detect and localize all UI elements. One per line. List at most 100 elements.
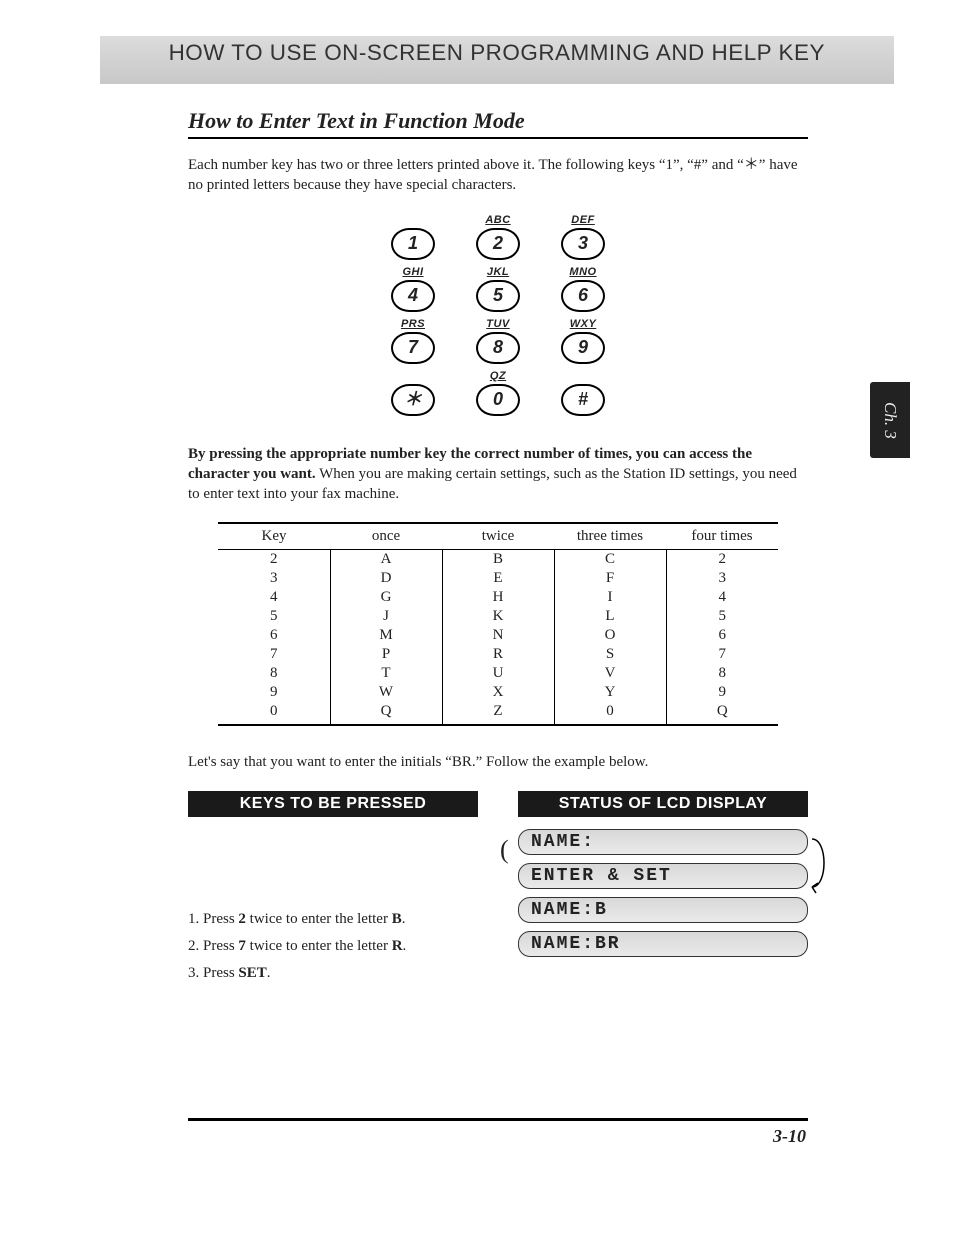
keypad-cell: WXY9: [553, 318, 613, 364]
lcd-line-1: NAME:: [518, 829, 808, 855]
t: .: [267, 965, 271, 981]
table-cell: 4: [218, 588, 330, 607]
table-cell: H: [442, 588, 554, 607]
table-cell: D: [330, 569, 442, 588]
table-cell: S: [554, 645, 666, 664]
table-cell: G: [330, 588, 442, 607]
keypad-cell: GHI4: [383, 266, 443, 312]
table-cell: Y: [554, 683, 666, 702]
bracket-icon: (: [500, 835, 509, 865]
t: SET: [238, 965, 266, 981]
example-headers: KEYS TO BE PRESSED 1. Press 2 twice to e…: [188, 791, 808, 992]
table-row: 2ABC2: [218, 550, 778, 570]
table-cell: 3: [218, 569, 330, 588]
table-cell: P: [330, 645, 442, 664]
footer-rule: [188, 1118, 808, 1121]
keypad-row: 1 ABC2 DEF3: [383, 214, 613, 260]
table-cell: I: [554, 588, 666, 607]
table-cell: U: [442, 664, 554, 683]
keypad-cell: 1: [383, 214, 443, 260]
key-letters: ABC: [468, 214, 528, 227]
table-row: 7PRS7: [218, 645, 778, 664]
lcd-toggle-group: ( NAME: ENTER & SET: [518, 829, 808, 889]
keypad-cell: JKL5: [468, 266, 528, 312]
table-cell: R: [442, 645, 554, 664]
table-cell: E: [442, 569, 554, 588]
keypad-cell: TUV8: [468, 318, 528, 364]
col-header: Key: [218, 523, 330, 550]
table-row: 4GHI4: [218, 588, 778, 607]
keypad-cell: ＊: [383, 370, 443, 416]
mid-paragraph: By pressing the appropriate number key t…: [188, 444, 808, 505]
chapter-header-text: HOW TO USE ON-SCREEN PROGRAMMING AND HEL…: [169, 36, 825, 70]
table-row: 5JKL5: [218, 607, 778, 626]
t: 2. Press: [188, 938, 238, 954]
t: .: [403, 938, 407, 954]
table-row: 6MNO6: [218, 626, 778, 645]
key-6: 6: [561, 280, 605, 312]
keypad-cell: QZ0: [468, 370, 528, 416]
lcd-line-2: ENTER & SET: [518, 863, 808, 889]
table-cell: O: [554, 626, 666, 645]
t: 3. Press: [188, 965, 238, 981]
table-cell: 0: [218, 702, 330, 725]
table-cell: Q: [330, 702, 442, 725]
keypad-cell: PRS7: [383, 318, 443, 364]
keypad-row: PRS7 TUV8 WXY9: [383, 318, 613, 364]
table-cell: 9: [218, 683, 330, 702]
t: 1. Press: [188, 911, 238, 927]
key-8: 8: [476, 332, 520, 364]
table-cell: 0: [554, 702, 666, 725]
step-1: 1. Press 2 twice to enter the letter B.: [188, 911, 478, 928]
t: .: [402, 911, 406, 927]
table-row: 8TUV8: [218, 664, 778, 683]
table-cell: L: [554, 607, 666, 626]
key-letters: [383, 370, 443, 383]
t: 7: [238, 938, 246, 954]
keys-header: KEYS TO BE PRESSED: [188, 791, 478, 817]
lcd-wrap: ( NAME: ENTER & SET NAME:B NAME:BR: [518, 829, 808, 957]
key-letters: GHI: [383, 266, 443, 279]
key-letters: [553, 370, 613, 383]
key-letters: MNO: [553, 266, 613, 279]
key-0: 0: [476, 384, 520, 416]
keypad-cell: #: [553, 370, 613, 416]
table-cell: 2: [666, 550, 778, 570]
table-cell: A: [330, 550, 442, 570]
keys-col: KEYS TO BE PRESSED 1. Press 2 twice to e…: [188, 791, 478, 992]
table-cell: 4: [666, 588, 778, 607]
key-letters: [383, 214, 443, 227]
table-cell: 6: [218, 626, 330, 645]
key-letters: DEF: [553, 214, 613, 227]
key-9: 9: [561, 332, 605, 364]
table-cell: 5: [218, 607, 330, 626]
t: twice to enter the letter: [246, 938, 392, 954]
table-cell: B: [442, 550, 554, 570]
keypad-row: ＊ QZ0 #: [383, 370, 613, 416]
steps-list: 1. Press 2 twice to enter the letter B. …: [188, 911, 478, 982]
key-1: 1: [391, 228, 435, 260]
table-cell: F: [554, 569, 666, 588]
key-letters: WXY: [553, 318, 613, 331]
col-header: three times: [554, 523, 666, 550]
content-area: How to Enter Text in Function Mode Each …: [188, 108, 808, 992]
table-cell: T: [330, 664, 442, 683]
table-row: 0QZ0Q: [218, 702, 778, 725]
step-2: 2. Press 7 twice to enter the letter R.: [188, 938, 478, 955]
table-cell: 5: [666, 607, 778, 626]
key-2: 2: [476, 228, 520, 260]
intro-paragraph: Each number key has two or three letters…: [188, 155, 808, 196]
table-cell: N: [442, 626, 554, 645]
table-cell: 7: [666, 645, 778, 664]
character-table: Key once twice three times four times 2A…: [218, 522, 778, 726]
col-header: once: [330, 523, 442, 550]
key-3: 3: [561, 228, 605, 260]
key-hash: #: [561, 384, 605, 416]
table-cell: K: [442, 607, 554, 626]
col-header: twice: [442, 523, 554, 550]
table-cell: 3: [666, 569, 778, 588]
t: R: [392, 938, 403, 954]
table-cell: M: [330, 626, 442, 645]
lcd-header: STATUS OF LCD DISPLAY: [518, 791, 808, 817]
lcd-col: STATUS OF LCD DISPLAY ( NAME: ENTER & SE…: [518, 791, 808, 992]
